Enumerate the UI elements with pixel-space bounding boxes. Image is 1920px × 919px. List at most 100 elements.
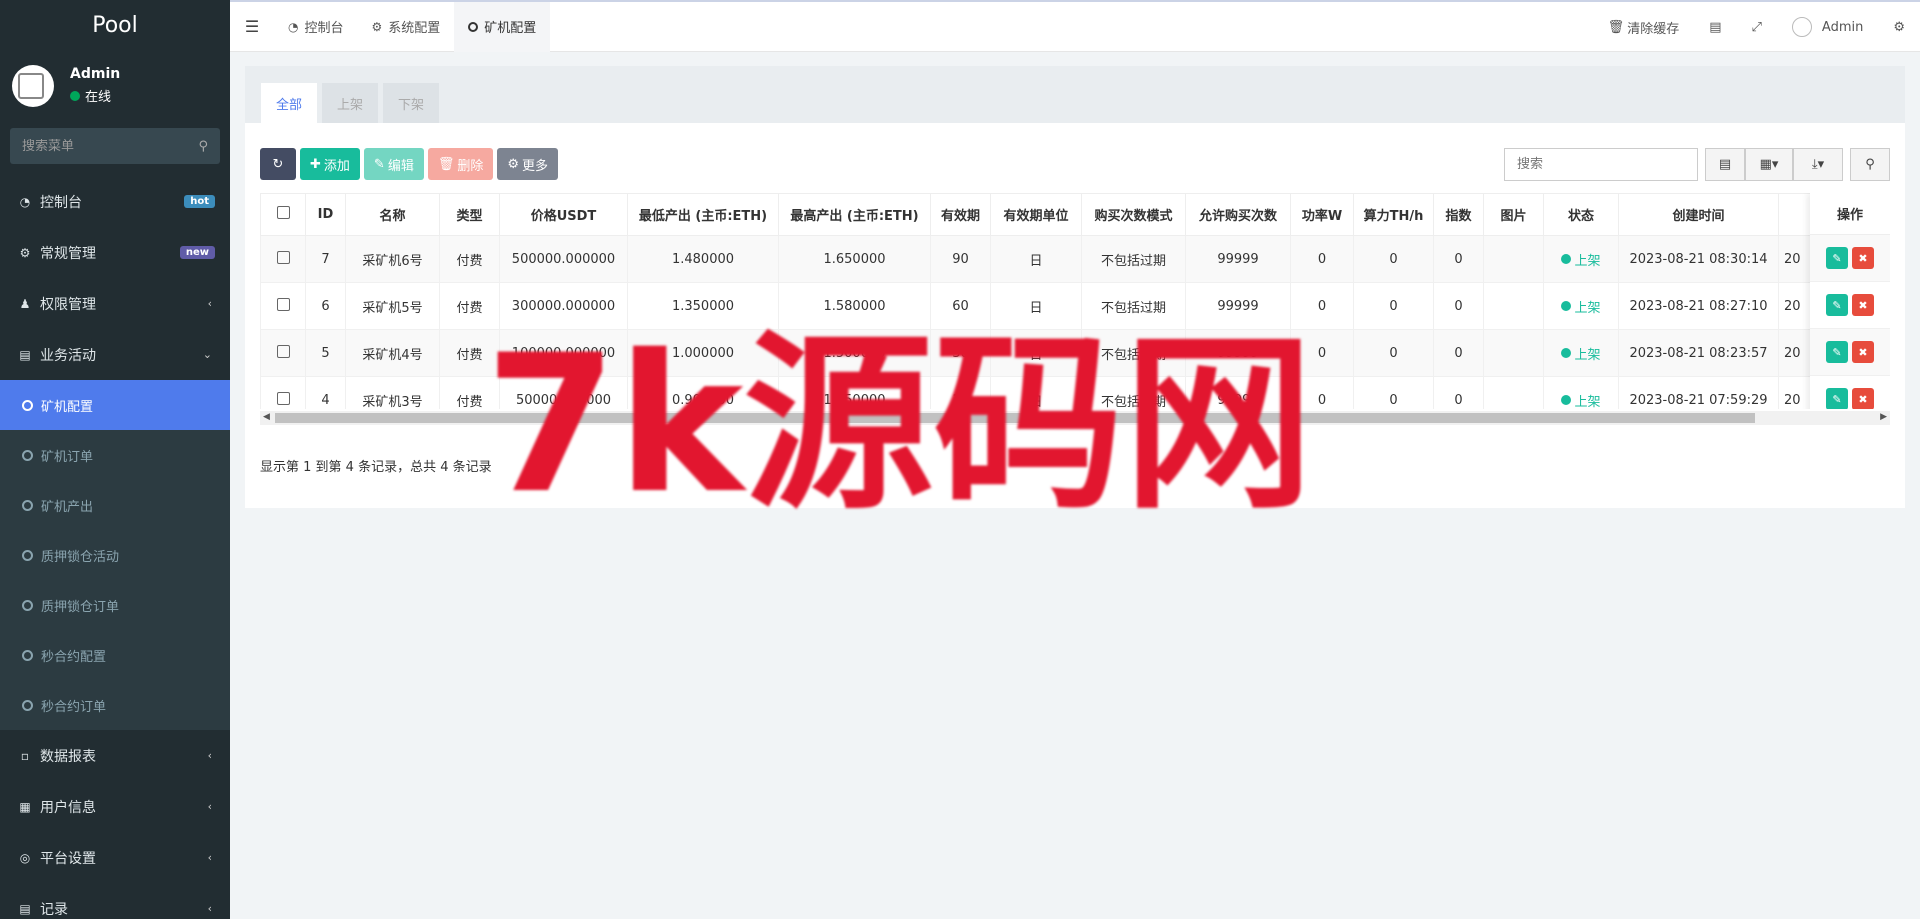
table-search-input[interactable] bbox=[1504, 148, 1698, 181]
row-operations: ✎ ✖ bbox=[1810, 235, 1890, 282]
edit-row-button[interactable]: ✎ bbox=[1826, 294, 1848, 316]
edit-row-button[interactable]: ✎ bbox=[1826, 388, 1848, 409]
hot-badge: hot bbox=[184, 195, 215, 208]
advanced-search-button[interactable]: ⚲ bbox=[1850, 148, 1890, 181]
col-min-output[interactable]: 最低产出 (主币:ETH) bbox=[627, 193, 779, 236]
chevron-left-icon: ‹ bbox=[207, 749, 212, 762]
cell-hashrate: 0 bbox=[1353, 235, 1434, 283]
cell-period: 90 bbox=[930, 235, 991, 283]
edit-button[interactable]: ✎ 编辑 bbox=[363, 148, 424, 180]
avatar bbox=[1791, 17, 1812, 37]
circle-icon bbox=[22, 449, 33, 461]
table-row[interactable]: 7 采矿机6号 付费 500000.000000 1.480000 1.650000 90 日… bbox=[260, 235, 1889, 283]
col-hashrate[interactable]: 算力TH/h bbox=[1353, 193, 1434, 236]
delete-button[interactable]: 🗑 删除 bbox=[427, 148, 494, 180]
new-badge: new bbox=[179, 246, 215, 259]
cell-image bbox=[1483, 282, 1544, 330]
edit-row-button[interactable]: ✎ bbox=[1826, 247, 1848, 269]
submenu-item-seconds-contract-orders[interactable]: 秒合约订单 bbox=[0, 680, 230, 730]
table-header-row: ID 名称 类型 价格USDT 最低产出 (主币:ETH) 最高产出 (主币:E… bbox=[260, 193, 1889, 236]
refresh-icon: ↻ bbox=[272, 156, 284, 172]
row-checkbox[interactable] bbox=[260, 329, 306, 377]
col-created[interactable]: 创建时间 bbox=[1618, 193, 1779, 236]
col-type[interactable]: 类型 bbox=[439, 193, 500, 236]
scroll-right-icon[interactable]: ▶ bbox=[1880, 412, 1887, 422]
tab-dashboard[interactable]: ◔ 控制台 bbox=[274, 2, 358, 52]
fullscreen-icon[interactable]: ⤢ bbox=[1737, 20, 1777, 35]
delete-row-button[interactable]: ✖ bbox=[1852, 341, 1874, 363]
sidebar-item-business[interactable]: ▤ 业务活动 ⌄ bbox=[0, 329, 230, 380]
online-dot-icon bbox=[70, 90, 80, 101]
scroll-left-icon[interactable]: ◀ bbox=[263, 412, 270, 422]
col-power[interactable]: 功率W bbox=[1290, 193, 1354, 236]
cell-status[interactable]: 上架 bbox=[1543, 329, 1619, 377]
cell-id: 6 bbox=[305, 282, 346, 330]
refresh-button[interactable]: ↻ bbox=[260, 148, 296, 180]
submenu-item-miner-config[interactable]: 矿机配置 bbox=[0, 380, 230, 430]
row-checkbox[interactable] bbox=[260, 282, 306, 330]
pencil-icon: ✎ bbox=[1832, 345, 1842, 359]
cell-status[interactable]: 上架 bbox=[1543, 282, 1619, 330]
submenu-item-staking-activity[interactable]: 质押锁仓活动 bbox=[0, 530, 230, 580]
admin-menu[interactable]: Admin bbox=[1777, 17, 1878, 37]
tab-miner-config[interactable]: 矿机配置 bbox=[454, 1, 551, 52]
col-buy-times[interactable]: 允许购买次数 bbox=[1185, 193, 1291, 236]
col-image[interactable]: 图片 bbox=[1483, 193, 1544, 236]
submenu-item-miner-output[interactable]: 矿机产出 bbox=[0, 480, 230, 530]
cell-name: 采矿机5号 bbox=[345, 282, 440, 330]
sidebar-search-input[interactable] bbox=[22, 138, 182, 154]
row-checkbox[interactable] bbox=[260, 376, 306, 409]
sidebar-item-user-info[interactable]: ▦ 用户信息 ‹ bbox=[0, 781, 230, 832]
cogs-icon[interactable]: ⚙ bbox=[1878, 20, 1920, 35]
tab-system-config[interactable]: ⚙ 系统配置 bbox=[358, 2, 455, 52]
export-button[interactable]: ⤓▾ bbox=[1793, 148, 1843, 181]
cell-status[interactable]: 上架 bbox=[1543, 376, 1619, 409]
clear-cache-button[interactable]: 🗑 清除缓存 bbox=[1593, 18, 1695, 37]
search-icon[interactable]: ⚲ bbox=[198, 139, 208, 154]
col-price[interactable]: 价格USDT bbox=[499, 193, 628, 236]
submenu-item-staking-orders[interactable]: 质押锁仓订单 bbox=[0, 580, 230, 630]
cell-hashrate: 0 bbox=[1353, 329, 1434, 377]
group-icon: ♟ bbox=[19, 296, 31, 311]
add-button[interactable]: ✚ 添加 bbox=[300, 148, 360, 180]
sidebar-item-reports[interactable]: ▫ 数据报表 ‹ bbox=[0, 730, 230, 781]
status-dot-icon bbox=[1561, 395, 1572, 405]
col-index[interactable]: 指数 bbox=[1433, 193, 1484, 236]
language-icon[interactable]: ▤ bbox=[1694, 20, 1736, 35]
col-period[interactable]: 有效期 bbox=[930, 193, 991, 236]
toolbar: ↻ ✚ 添加 ✎ 编辑 🗑 删除 ⚙ 更多 bbox=[260, 148, 562, 180]
delete-row-button[interactable]: ✖ bbox=[1852, 388, 1874, 409]
col-name[interactable]: 名称 bbox=[345, 193, 440, 236]
logo[interactable]: Pool bbox=[0, 0, 230, 51]
more-button[interactable]: ⚙ 更多 bbox=[497, 148, 559, 180]
menu-toggle-icon[interactable]: ☰ bbox=[230, 17, 274, 36]
sidebar-item-permissions[interactable]: ♟ 权限管理 ‹ bbox=[0, 278, 230, 329]
select-all-checkbox[interactable] bbox=[260, 193, 306, 236]
columns-button[interactable]: ▦▾ bbox=[1745, 148, 1793, 181]
submenu-item-miner-orders[interactable]: 矿机订单 bbox=[0, 430, 230, 480]
tab-on-shelf[interactable]: 上架 bbox=[322, 83, 379, 123]
sidebar-item-platform-settings[interactable]: ◎ 平台设置 ‹ bbox=[0, 832, 230, 883]
cell-image bbox=[1483, 376, 1544, 409]
toggle-view-button[interactable]: ▤ bbox=[1705, 148, 1745, 181]
col-period-unit[interactable]: 有效期单位 bbox=[990, 193, 1082, 236]
tab-all[interactable]: 全部 bbox=[261, 83, 318, 123]
col-id[interactable]: ID bbox=[305, 193, 346, 236]
cell-min: 1.480000 bbox=[627, 235, 779, 283]
col-status[interactable]: 状态 bbox=[1543, 193, 1619, 236]
sidebar-item-general[interactable]: ⚙ 常规管理 new bbox=[0, 227, 230, 278]
col-max-output[interactable]: 最高产出 (主币:ETH) bbox=[778, 193, 931, 236]
circle-icon bbox=[22, 549, 33, 561]
tab-off-shelf[interactable]: 下架 bbox=[383, 83, 440, 123]
cell-status[interactable]: 上架 bbox=[1543, 235, 1619, 283]
delete-row-button[interactable]: ✖ bbox=[1852, 247, 1874, 269]
sidebar-item-records[interactable]: ▤ 记录 ‹ bbox=[0, 883, 230, 919]
file-icon: ▫ bbox=[20, 748, 30, 763]
col-buy-mode[interactable]: 购买次数模式 bbox=[1081, 193, 1186, 236]
submenu-item-seconds-contract-config[interactable]: 秒合约配置 bbox=[0, 630, 230, 680]
row-checkbox[interactable] bbox=[260, 235, 306, 283]
delete-row-button[interactable]: ✖ bbox=[1852, 294, 1874, 316]
edit-row-button[interactable]: ✎ bbox=[1826, 341, 1848, 363]
sidebar-item-dashboard[interactable]: ◔ 控制台 hot bbox=[0, 176, 230, 227]
cell-power: 0 bbox=[1290, 235, 1354, 283]
